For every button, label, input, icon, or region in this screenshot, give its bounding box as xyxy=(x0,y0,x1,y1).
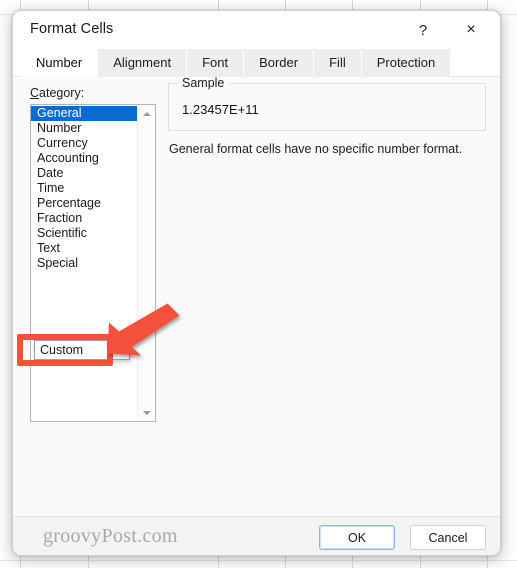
list-item[interactable]: Number xyxy=(31,121,137,136)
ok-button[interactable]: OK xyxy=(319,525,395,550)
red-highlight-rectangle xyxy=(17,334,113,366)
list-item[interactable]: Special xyxy=(31,256,137,271)
category-label-rest: ategory: xyxy=(39,86,85,100)
tab-number[interactable]: Number xyxy=(21,49,99,77)
list-item[interactable]: Time xyxy=(31,181,137,196)
watermark: groovyPost.com xyxy=(43,525,178,547)
tab-alignment[interactable]: Alignment xyxy=(98,49,188,77)
dialog-title: Format Cells xyxy=(30,21,114,37)
list-item[interactable]: Percentage xyxy=(31,196,137,211)
format-cells-dialog: Format Cells ? × Number Alignment Font B… xyxy=(12,10,501,556)
sample-groupbox: Sample 1.23457E+11 xyxy=(168,76,486,131)
list-item[interactable]: Date xyxy=(31,166,137,181)
list-item[interactable]: Text xyxy=(31,241,137,256)
category-label: Category: xyxy=(30,86,84,100)
list-item[interactable]: Currency xyxy=(31,136,137,151)
list-item[interactable]: Scientific xyxy=(31,226,137,241)
format-description: General format cells have no specific nu… xyxy=(169,142,463,156)
sample-value: 1.23457E+11 xyxy=(182,102,259,117)
dialog-titlebar: Format Cells ? × xyxy=(13,11,500,49)
dialog-footer: groovyPost.com OK Cancel xyxy=(13,517,500,555)
scroll-up-arrow-icon[interactable] xyxy=(138,105,155,122)
category-list-items: General Number Currency Accounting Date … xyxy=(31,106,137,271)
list-item[interactable]: Accounting xyxy=(31,151,137,166)
close-icon[interactable]: × xyxy=(456,17,486,43)
list-item[interactable]: General xyxy=(31,106,137,121)
category-label-mnemonic: C xyxy=(30,86,40,100)
number-tab-panel: Category: General Number Currency Accoun… xyxy=(13,76,500,517)
grid-row-line xyxy=(0,560,517,561)
category-listbox[interactable]: General Number Currency Accounting Date … xyxy=(30,104,156,422)
cancel-button[interactable]: Cancel xyxy=(410,525,486,550)
list-item[interactable]: Fraction xyxy=(31,211,137,226)
tab-protection[interactable]: Protection xyxy=(361,49,452,77)
dialog-tabstrip: Number Alignment Font Border Fill Protec… xyxy=(13,49,500,77)
scroll-down-arrow-icon[interactable] xyxy=(138,404,155,421)
sample-legend: Sample xyxy=(177,76,230,90)
category-list-scrollbar[interactable] xyxy=(137,105,155,421)
help-icon[interactable]: ? xyxy=(408,17,438,43)
tab-font[interactable]: Font xyxy=(187,49,245,77)
tab-fill[interactable]: Fill xyxy=(314,49,362,77)
tab-border[interactable]: Border xyxy=(244,49,315,77)
